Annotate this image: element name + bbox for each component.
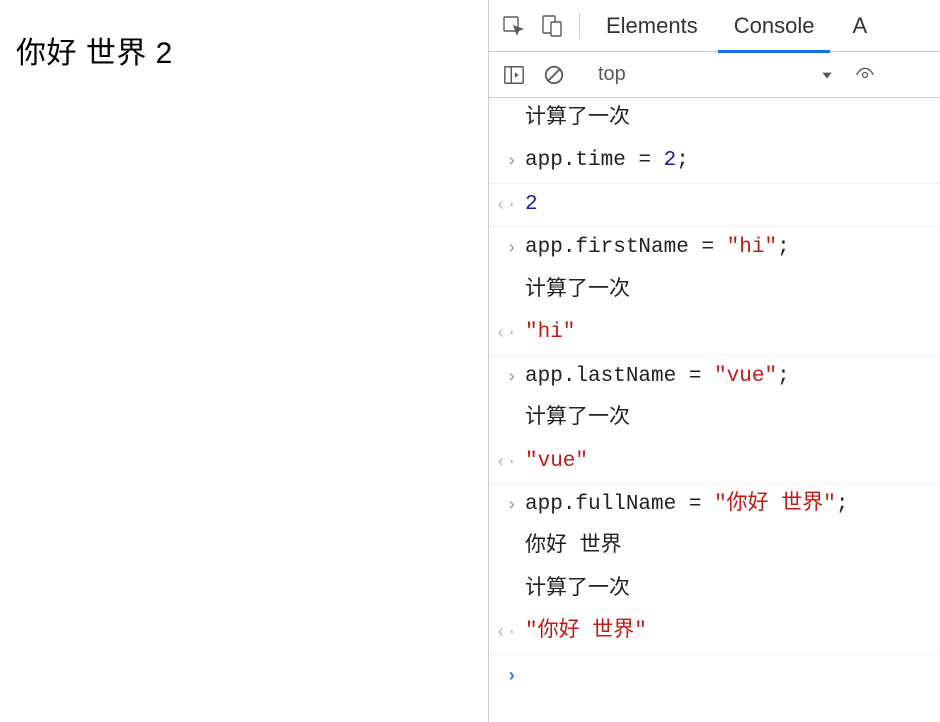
console-row: ›app.firstName = "hi"; [489,227,940,269]
input-caret-icon: › [489,490,525,519]
result-caret-icon: ‹· [489,318,525,347]
tab-partial-label: A [852,13,867,39]
code-token: . [563,236,576,259]
code-token: lastName [575,365,676,388]
console-input-expression: app.fullName = "你好 世界"; [525,490,940,520]
console-toolbar: top [489,52,940,98]
log-gutter [489,104,525,107]
console-log-text: 计算了一次 [525,575,940,605]
code-token: = [676,493,714,516]
tab-elements-label: Elements [606,13,698,39]
code-token: firstName [575,236,688,259]
console-log-text: 计算了一次 [525,404,940,434]
clear-console-icon[interactable] [537,58,571,92]
tab-console-label: Console [734,13,815,39]
code-token: ; [836,493,849,516]
console-row: ‹·"vue" [489,441,940,484]
code-token: . [563,365,576,388]
code-token: time [575,149,625,172]
console-row: ‹·2 [489,184,940,227]
log-gutter [489,276,525,279]
input-caret-icon: › [489,146,525,175]
code-token: "vue" [714,365,777,388]
console-result-value: "你好 世界" [525,617,940,647]
code-token: "你好 世界" [714,493,836,516]
prompt-caret-icon: › [489,661,525,690]
devtools-panel: Elements Console A [488,0,940,722]
code-token: . [563,493,576,516]
console-row: › [489,655,940,697]
code-token: fullName [575,493,676,516]
tabbar-separator [579,13,580,39]
console-row: ‹·"hi" [489,312,940,355]
console-input-expression: app.lastName = "vue"; [525,362,940,392]
page-main-text: 你好 世界 2 [16,28,472,72]
code-token: = [626,149,664,172]
page-viewport: 你好 世界 2 [0,0,488,722]
code-token: app [525,236,563,259]
app-root: 你好 世界 2 Elements Console [0,0,940,722]
console-log-text: 计算了一次 [525,276,940,306]
log-gutter [489,404,525,407]
code-token: 2 [525,193,538,216]
code-token: app [525,149,563,172]
console-row: 计算了一次 [489,270,940,312]
inspect-element-icon[interactable] [497,9,531,43]
console-prompt-input[interactable] [525,661,940,691]
console-input-expression: app.time = 2; [525,146,940,176]
console-row: ›app.fullName = "你好 世界"; [489,484,940,526]
console-result-value: 2 [525,190,940,220]
console-output[interactable]: 计算了一次›app.time = 2;‹·2›app.firstName = "… [489,98,940,722]
console-row: ›app.lastName = "vue"; [489,356,940,398]
device-toggle-icon[interactable] [535,9,569,43]
execution-context-selector[interactable]: top [583,60,843,90]
input-caret-icon: › [489,233,525,262]
code-token: app [525,365,563,388]
filter-eye-icon[interactable] [855,58,875,92]
result-caret-icon: ‹· [489,447,525,476]
tab-partial[interactable]: A [834,0,867,52]
console-log-text: 计算了一次 [525,104,940,134]
result-caret-icon: ‹· [489,190,525,219]
console-result-value: "vue" [525,447,940,477]
code-token: . [563,149,576,172]
code-token: "你好 世界" [525,620,647,643]
console-row: 你好 世界 [489,526,940,568]
console-result-value: "hi" [525,318,940,348]
console-row: 计算了一次 [489,569,940,611]
console-row: ‹·"你好 世界" [489,611,940,654]
code-token: "hi" [525,321,575,344]
console-sidebar-toggle-icon[interactable] [497,58,531,92]
tab-elements[interactable]: Elements [590,0,714,52]
chevron-down-icon [820,68,834,82]
code-token: = [676,365,714,388]
result-caret-icon: ‹· [489,617,525,646]
code-token: = [689,236,727,259]
code-token: app [525,493,563,516]
code-token: ; [676,149,689,172]
console-input-expression: app.firstName = "hi"; [525,233,940,263]
console-log-text: 你好 世界 [525,532,940,562]
log-gutter [489,532,525,535]
log-gutter [489,575,525,578]
input-caret-icon: › [489,362,525,391]
console-row: 计算了一次 [489,98,940,140]
devtools-tabbar: Elements Console A [489,0,940,52]
console-row: ›app.time = 2; [489,140,940,183]
execution-context-label: top [598,63,626,86]
code-token: ; [777,365,790,388]
tab-console[interactable]: Console [718,0,831,52]
code-token: "hi" [727,236,777,259]
code-token: 2 [664,149,677,172]
code-token: "vue" [525,450,588,473]
code-token: ; [777,236,790,259]
console-row: 计算了一次 [489,398,940,440]
